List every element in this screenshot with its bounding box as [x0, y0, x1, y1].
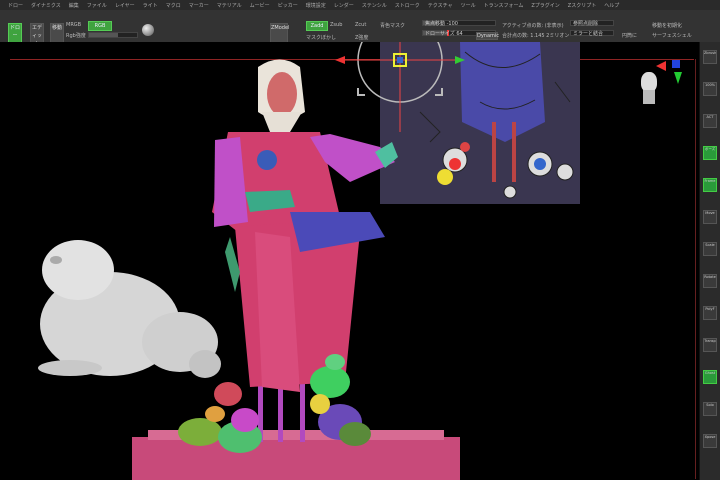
shelf-button[interactable]: 100%	[703, 82, 717, 96]
menu-item[interactable]: マーカー	[189, 2, 209, 9]
draw-size-label: ドローサイズ	[425, 31, 455, 37]
white-frog-sculpt[interactable]	[38, 240, 221, 378]
scene-svg	[38, 42, 580, 480]
surface-label[interactable]: サーフェスシェル	[652, 32, 692, 39]
seated-woman-sculpt[interactable]	[212, 59, 398, 393]
menu-item[interactable]: マテリアル	[217, 2, 242, 9]
mrgb-label[interactable]: MRGB	[66, 22, 81, 28]
menu-item[interactable]: ストローク	[395, 2, 420, 9]
rgb-button[interactable]: RGB	[88, 21, 112, 31]
shelf-button[interactable]: ポーズ	[703, 146, 717, 160]
draw-size-value: 64	[456, 31, 463, 37]
top-toolbar: ドロー エディット 移動 MRGB RGB Rgb強度 ZModel Zadd …	[0, 10, 720, 47]
move-reset-label[interactable]: 移動を初期化	[652, 22, 682, 29]
menu-item[interactable]: ファイル	[87, 2, 107, 9]
menu-item[interactable]: ピッカー	[278, 2, 298, 9]
canvas-viewport[interactable]	[0, 42, 699, 480]
menu-item[interactable]: ステンシル	[362, 2, 387, 9]
shelf-button[interactable]: Frame	[703, 178, 717, 192]
merge-label: ミラーと結合	[573, 31, 604, 37]
shelf-button[interactable]: ACT	[703, 114, 717, 128]
rgb-intensity-slider[interactable]	[88, 32, 138, 38]
focal-shift-value: -100	[446, 21, 458, 27]
focal-shift-label: 焦点移動	[425, 21, 446, 27]
menu-item[interactable]: マクロ	[166, 2, 181, 9]
shelf-button[interactable]: Transp	[703, 338, 717, 352]
menu-item[interactable]: レンダー	[334, 2, 354, 9]
menu-bar: ドロー ダイナミクス 編集 ファイル レイヤー ライト マクロ マーカー マテリアル ムービー ピッ…	[0, 0, 720, 10]
menu-item[interactable]: 環境設定	[306, 2, 326, 9]
zsub-label[interactable]: Zsub	[330, 22, 342, 28]
reset-slider[interactable]: 参照点削除	[570, 20, 614, 27]
mask-blur-label[interactable]: マスクぼかし	[306, 34, 336, 41]
total-points-readout: 合計点の数: 1.145 2ミリオン	[502, 33, 570, 39]
zadd-button[interactable]: Zadd	[306, 21, 328, 31]
color-sphere-icon[interactable]	[142, 24, 154, 36]
axis-indicator-icon[interactable]	[656, 60, 684, 88]
menu-item[interactable]: ライト	[143, 2, 158, 9]
zcut-label[interactable]: Zcut	[355, 22, 366, 28]
dynamic-button[interactable]: Dynamic	[476, 32, 499, 40]
menu-item[interactable]: ツール	[461, 2, 476, 9]
shelf-button[interactable]: Xpose	[703, 434, 717, 448]
menu-item[interactable]: ムービー	[250, 2, 270, 9]
zmodeler-button[interactable]: ZModel	[270, 23, 290, 43]
menu-item[interactable]: レイヤー	[115, 2, 135, 9]
shelf-button[interactable]: Rotate	[703, 274, 717, 288]
reference-image[interactable]	[380, 42, 580, 204]
menu-item[interactable]: Zスクリプト	[568, 2, 596, 9]
right-tool-shelf: Zbrush 100% ACT ポーズ Frame Move Scale Rotate Poly…	[699, 42, 720, 480]
draw-label: ドロー	[9, 25, 20, 39]
menu-item[interactable]: ダイナミクス	[31, 2, 61, 9]
reset-label: 参照点削除	[573, 21, 599, 27]
draw-button[interactable]: ドロー	[8, 23, 22, 43]
menu-item[interactable]: 編集	[69, 2, 79, 9]
shelf-button[interactable]: Ghost	[703, 370, 717, 384]
merge-slider[interactable]: ミラーと結合	[570, 30, 614, 37]
only-label[interactable]: 円筒に	[622, 32, 637, 39]
shelf-button[interactable]: Move	[703, 210, 717, 224]
move-label: 移動	[51, 25, 62, 31]
mask-top-label[interactable]: 青色マスク	[380, 22, 405, 29]
menu-item[interactable]: ヘルプ	[604, 2, 619, 9]
menu-item[interactable]: トランスフォーム	[484, 2, 524, 9]
move-button[interactable]: 移動	[50, 23, 64, 43]
shelf-button[interactable]: Zbrush	[703, 50, 717, 64]
edit-button[interactable]: エディット	[30, 23, 44, 47]
menu-item[interactable]: テクスチャ	[428, 2, 453, 9]
menu-item[interactable]: Zプラグイン	[531, 2, 559, 9]
shelf-button[interactable]: PolyF	[703, 306, 717, 320]
z-intensity-label[interactable]: Z強度	[355, 34, 368, 41]
menu-item[interactable]: ドロー	[8, 2, 23, 9]
shelf-button[interactable]: Solo	[703, 402, 717, 416]
zmodeler-label: ZModel	[271, 25, 290, 31]
rgb-intensity-label[interactable]: Rgb強度	[66, 32, 86, 39]
focal-shift-slider[interactable]: 焦点移動 -100	[422, 20, 496, 27]
shelf-button[interactable]: Scale	[703, 242, 717, 256]
active-points-readout: アクティブ点の数: (非表示)	[502, 23, 564, 29]
